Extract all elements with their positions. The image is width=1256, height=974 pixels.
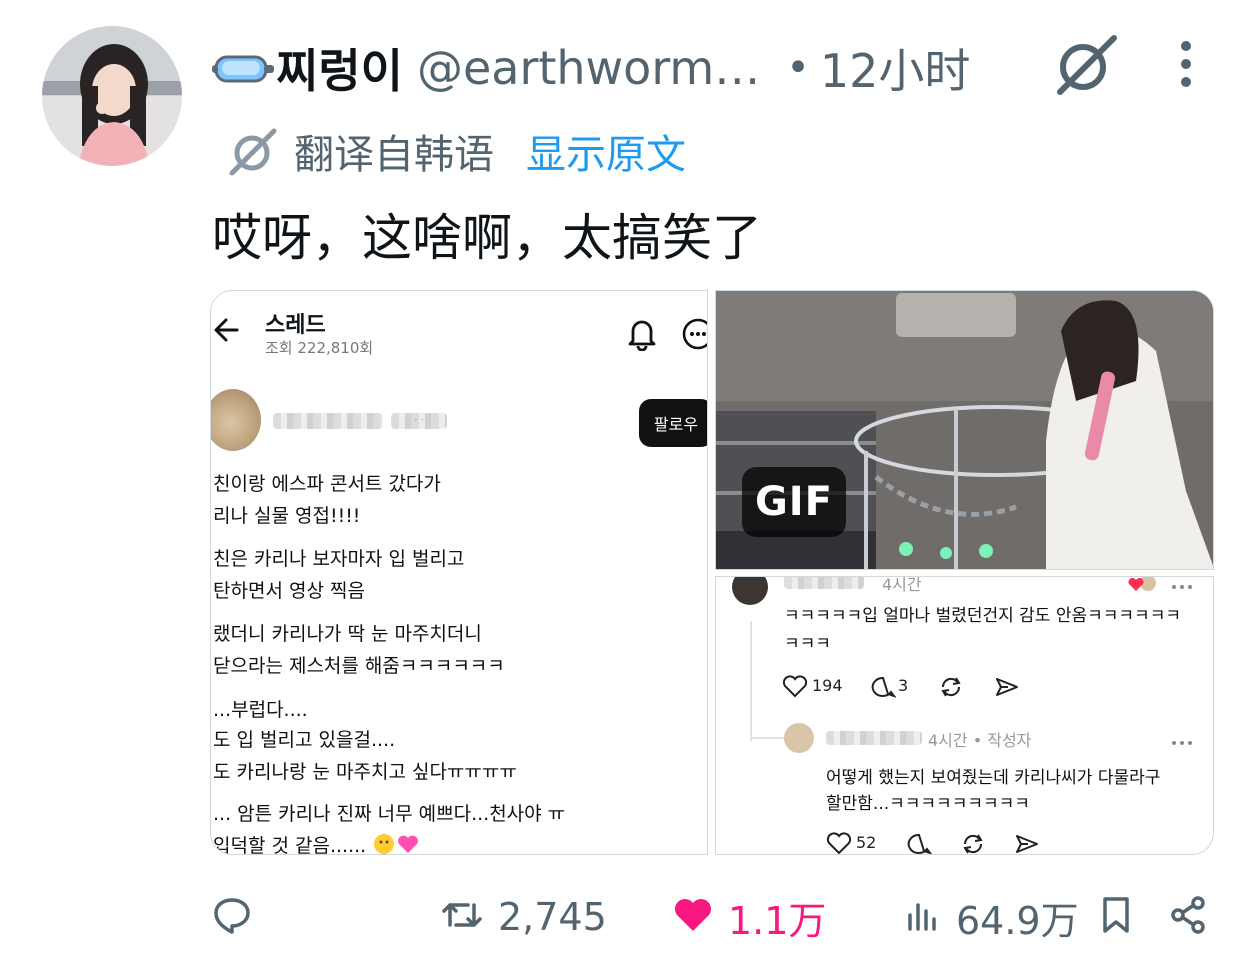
- repost-icon: [938, 675, 964, 703]
- post-line: 도 카리나랑 눈 마주치고 싶다ㅠㅠㅠㅠ: [213, 761, 517, 783]
- post-line: ...부럽다....: [213, 699, 308, 721]
- liked-by-author-icon: [1126, 577, 1158, 599]
- translate-icon: [226, 125, 278, 177]
- post-line: 닫으라는 제스처를 해줌ㅋㅋㅋㅋㅋㅋ: [213, 655, 505, 677]
- post-line-last: 입덕할 것 같음......: [213, 831, 422, 855]
- tweet-header: 찌렁이 @earthworm… • 12小时: [212, 28, 970, 108]
- retweet-icon: [440, 895, 484, 939]
- comment-line: ㅋㅋㅋㅋㅋ입 얼마나 벌렸던건지 감도 안옴ㅋㅋㅋㅋㅋㅋ: [784, 606, 1181, 626]
- post-line: 친이랑 에스파 콘서트 갔다가: [213, 473, 441, 495]
- comment-like-count: 194: [812, 676, 843, 695]
- retweet-count: 2,745: [498, 895, 607, 939]
- post-line: 입덕할 것 같음......: [213, 835, 367, 855]
- redacted-commenter: [784, 577, 864, 589]
- comment-more-icon: [1170, 577, 1194, 596]
- media-image-threads-screenshot[interactable]: 스레드 조회 222,810회 · · 팔로우 친이랑 에스파 콘서트 갔다가 …: [210, 290, 708, 855]
- show-original-link[interactable]: 显示原文: [526, 122, 686, 180]
- goggles-emoji-icon: [212, 43, 274, 93]
- reply-bubble-icon: [870, 675, 897, 703]
- translated-from-label: 翻译自韩语: [294, 132, 494, 178]
- back-arrow-icon: [213, 315, 241, 345]
- post-line: 도 입 벌리고 있을걸....: [213, 729, 396, 751]
- bell-icon: [625, 315, 659, 352]
- like-heart-icon: [672, 895, 714, 939]
- bookmark-icon: [1098, 894, 1134, 940]
- reply-more-icon: [1170, 733, 1194, 752]
- reply-button[interactable]: [212, 890, 252, 944]
- media-image-comments-screenshot[interactable]: 4시간 ㅋㅋㅋㅋㅋ입 얼마나 벌렸던건지 감도 안옴ㅋㅋㅋㅋㅋㅋ ㅋㅋㅋ 194…: [715, 576, 1214, 855]
- post-line: 랬더니 카리나가 딱 눈 마주치더니: [213, 623, 482, 645]
- reply-bubble-icon: [906, 832, 932, 854]
- like-button[interactable]: 1.1万: [672, 890, 826, 944]
- media-gif-concert[interactable]: GIF: [715, 290, 1214, 570]
- redacted-reply-user: [826, 731, 922, 745]
- redacted-username-tail: · ·: [391, 413, 447, 429]
- comment-reply-count: 3: [898, 676, 909, 695]
- threads-page-title: 스레드: [265, 313, 326, 338]
- user-handle[interactable]: @earthworm…: [417, 41, 760, 95]
- like-count: 1.1万: [728, 898, 827, 943]
- post-line: 탄하면서 영상 찍음: [213, 580, 365, 602]
- reply-line: 어떻게 했는지 보여줬는데 카리나씨가 다물라구: [826, 768, 1161, 788]
- share-icon: [1168, 894, 1208, 940]
- reply-icon: [212, 895, 252, 939]
- gif-badge: GIF: [742, 467, 846, 537]
- reply-avatar: [784, 723, 814, 753]
- separator-dot: •: [786, 45, 810, 91]
- reply-like-count: 52: [856, 833, 877, 852]
- tweet-text: 哎呀，这啥啊，太搞笑了: [212, 209, 762, 267]
- heart-outline-icon: [826, 832, 852, 854]
- author-avatar[interactable]: [42, 26, 182, 166]
- views-chart-icon: [904, 895, 942, 939]
- views-button[interactable]: 64.9万: [904, 890, 1079, 944]
- repost-icon: [960, 832, 986, 854]
- threads-view-count: 조회 222,810회: [265, 339, 374, 357]
- post-line: 친은 카리나 보자마자 입 벌리고: [213, 548, 465, 570]
- tweet-timestamp[interactable]: 12小时: [820, 35, 971, 101]
- commenter-avatar: [732, 577, 768, 605]
- thread-line: [750, 621, 752, 741]
- threads-user-avatar: [211, 389, 261, 451]
- comment-line: ㅋㅋㅋ: [784, 634, 831, 654]
- post-line: 리나 실물 영접!!!!: [213, 505, 361, 527]
- bookmark-button[interactable]: [1098, 890, 1134, 944]
- more-vertical-icon[interactable]: [1168, 38, 1204, 90]
- more-circle-icon: [681, 317, 707, 351]
- emoji-icon: [372, 832, 422, 854]
- send-icon: [994, 675, 1020, 703]
- send-icon: [1014, 832, 1040, 854]
- display-name[interactable]: 찌렁이: [276, 35, 403, 101]
- share-button[interactable]: [1168, 890, 1208, 944]
- post-line: ... 암튼 카리나 진짜 너무 예쁘다...천사야 ㅠ: [213, 803, 566, 825]
- reply-line: 할만함...ㅋㅋㅋㅋㅋㅋㅋㅋㅋ: [826, 794, 1030, 814]
- comment-time: 4시간: [882, 576, 922, 594]
- redacted-username: [273, 413, 383, 429]
- views-count: 64.9万: [956, 898, 1079, 943]
- threads-follow-button: 팔로우: [639, 399, 707, 447]
- retweet-button[interactable]: 2,745: [440, 890, 607, 944]
- grok-icon[interactable]: [1050, 34, 1120, 96]
- heart-outline-icon: [782, 675, 808, 703]
- reply-connector: [750, 737, 786, 739]
- translation-row: 翻译自韩语 显示原文: [226, 122, 686, 180]
- reply-meta: 4시간 • 작성자: [928, 731, 1032, 750]
